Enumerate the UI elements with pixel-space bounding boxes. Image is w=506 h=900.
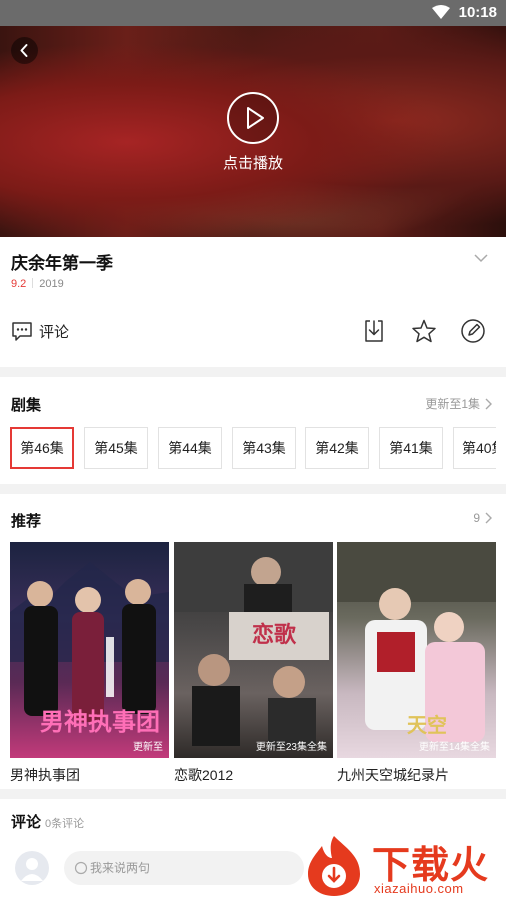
episodes-update-text: 更新至1集 <box>425 397 480 411</box>
watermark-url: xiazaihuo.com <box>374 881 464 896</box>
poster-image[interactable]: 天空 更新至14集全集 <box>337 542 496 758</box>
comment-label: 评论 <box>39 323 70 341</box>
comment-button[interactable]: 评论 <box>11 319 69 343</box>
flame-logo-icon <box>308 836 360 896</box>
episode-item[interactable]: 第45集 <box>84 427 148 469</box>
status-bar: 10:18 <box>0 0 506 26</box>
avatar[interactable] <box>15 851 49 885</box>
rating: 9.2 <box>11 278 27 290</box>
episode-item[interactable]: 第46集 <box>10 427 74 469</box>
poster-title[interactable]: 恋歌2012 <box>174 765 233 785</box>
episodes-title: 剧集 <box>11 397 42 414</box>
poster-logo: 恋歌 <box>252 622 297 648</box>
poster-art: 男神执事团 <box>10 562 169 736</box>
poster-badge: 更新至 <box>133 742 163 753</box>
episode-item[interactable]: 第41集 <box>379 427 443 469</box>
recommend-count: 9 <box>473 511 480 525</box>
episode-item[interactable]: 第42集 <box>305 427 369 469</box>
back-button[interactable] <box>11 37 38 64</box>
show-title: 庆余年第一季 <box>11 254 113 273</box>
episode-list[interactable]: 第46集 第45集 第44集 第43集 第42集 第41集 第40集 <box>10 427 496 470</box>
episodes-update[interactable]: 更新至1集 <box>425 395 492 412</box>
episode-item[interactable]: 第44集 <box>158 427 222 469</box>
back-icon <box>20 44 28 57</box>
comments-count: 0条评论 <box>45 818 85 830</box>
poster-title[interactable]: 九州天空城纪录片 <box>337 765 449 785</box>
status-time: 10:18 <box>458 4 497 21</box>
poster-image[interactable]: 恋歌 更新至23集全集 <box>174 542 333 758</box>
recommend-section: 推荐 9 男神执事团 更新至 男神执事团 恋歌 更新至23集全集 恋歌2012 <box>0 494 506 789</box>
edit-icon[interactable] <box>460 318 486 344</box>
comment-input[interactable]: 我来说两句 <box>64 851 304 885</box>
comment-input-placeholder: 我来说两句 <box>90 861 151 875</box>
recommend-more[interactable]: 9 <box>473 511 492 525</box>
play-button[interactable] <box>227 92 279 144</box>
episode-item[interactable]: 第43集 <box>232 427 296 469</box>
comments-title: 评论 <box>11 814 42 831</box>
download-icon[interactable] <box>362 318 386 344</box>
chevron-right-icon <box>485 398 492 409</box>
poster-logo: 天空 <box>407 713 447 737</box>
poster-badge: 更新至23集全集 <box>255 742 327 753</box>
play-icon <box>247 107 264 129</box>
poster-badge: 更新至14集全集 <box>418 742 490 753</box>
poster-title[interactable]: 男神执事团 <box>10 765 80 785</box>
chat-bubble-icon <box>74 861 88 875</box>
wifi-icon <box>432 5 450 19</box>
show-meta: 9.2 2019 <box>11 278 64 290</box>
release-year: 2019 <box>39 278 64 290</box>
user-icon <box>21 858 43 881</box>
show-info: 庆余年第一季 9.2 2019 评论 <box>0 237 506 367</box>
play-label[interactable]: 点击播放 <box>0 152 506 173</box>
meta-divider <box>32 278 34 288</box>
video-player[interactable]: 点击播放 <box>0 26 506 237</box>
episodes-section: 剧集 更新至1集 第46集 第45集 第44集 第43集 第42集 第41集 第… <box>0 377 506 484</box>
poster-logo: 男神执事团 <box>40 708 160 736</box>
comment-icon <box>12 322 32 341</box>
chevron-down-icon[interactable] <box>474 253 488 263</box>
poster-image[interactable]: 男神执事团 更新至 <box>10 542 169 758</box>
watermark: 下载火 xiazaihuo.com <box>296 832 506 900</box>
favorite-star-icon[interactable] <box>411 318 437 344</box>
recommend-title: 推荐 <box>11 513 42 530</box>
poster-art: 恋歌 <box>174 542 333 748</box>
poster-art: 天空 <box>337 542 496 742</box>
episode-item[interactable]: 第40集 <box>453 427 496 469</box>
chevron-right-icon <box>485 512 492 524</box>
